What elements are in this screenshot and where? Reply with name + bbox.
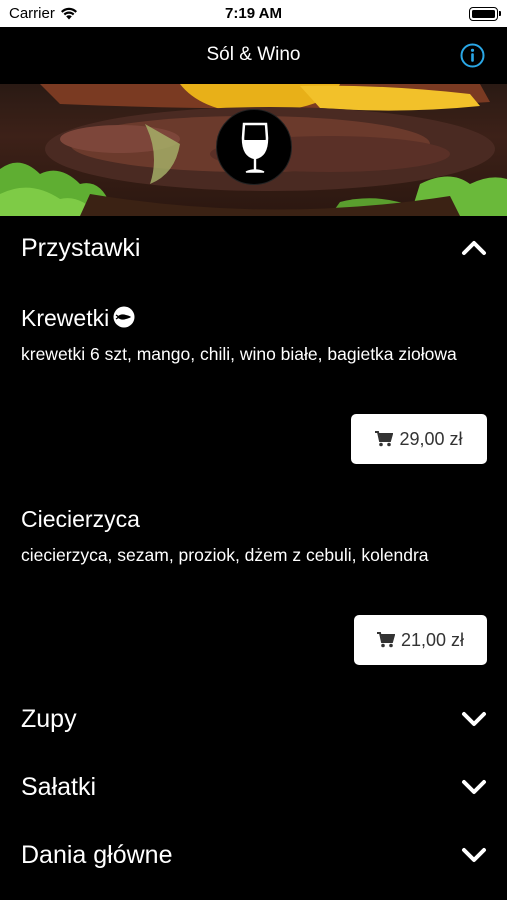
section-header-przystawki[interactable]: Przystawki (0, 218, 507, 278)
page-title: Sól & Wino (206, 44, 301, 65)
section-title: Dania główne (21, 841, 173, 869)
shrimp-icon (113, 306, 135, 328)
section-title: Zupy (21, 705, 77, 733)
restaurant-logo (216, 109, 292, 185)
menu-item-description: krewetki 6 szt, mango, chili, wino białe… (21, 344, 457, 364)
menu-item-name-text: Krewetki (21, 305, 110, 331)
add-to-cart-button[interactable]: 29,00 zł (351, 414, 487, 464)
status-bar: Carrier 7:19 AM (0, 0, 507, 27)
status-time: 7:19 AM (225, 5, 282, 22)
price-label: 21,00 zł (400, 629, 465, 650)
section-header-salatki[interactable]: Sałatki (0, 757, 507, 817)
battery-icon (469, 7, 501, 21)
cart-icon (375, 431, 394, 447)
chevron-down-icon (462, 712, 486, 726)
menu-item-description: ciecierzyca, sezam, proziok, dżem z cebu… (21, 545, 429, 565)
add-to-cart-button[interactable]: 21,00 zł (354, 615, 487, 665)
nav-bar: Sól & Wino (0, 27, 507, 84)
menu-item-name: Ciecierzyca (21, 506, 140, 532)
chevron-up-icon (462, 241, 486, 255)
section-title: Przystawki (21, 234, 141, 262)
battery-level (472, 10, 495, 18)
info-circle-icon[interactable] (460, 43, 485, 68)
wine-glass-icon (241, 122, 269, 173)
cart-icon (376, 632, 395, 648)
price-label: 29,00 zł (399, 428, 463, 449)
section-header-zupy[interactable]: Zupy (0, 689, 507, 749)
section-title: Sałatki (21, 773, 97, 801)
menu-item-name: Krewetki (21, 305, 136, 332)
chevron-down-icon (462, 780, 486, 794)
chevron-down-icon (462, 848, 486, 862)
section-header-dania-glowne[interactable]: Dania główne (0, 825, 507, 885)
